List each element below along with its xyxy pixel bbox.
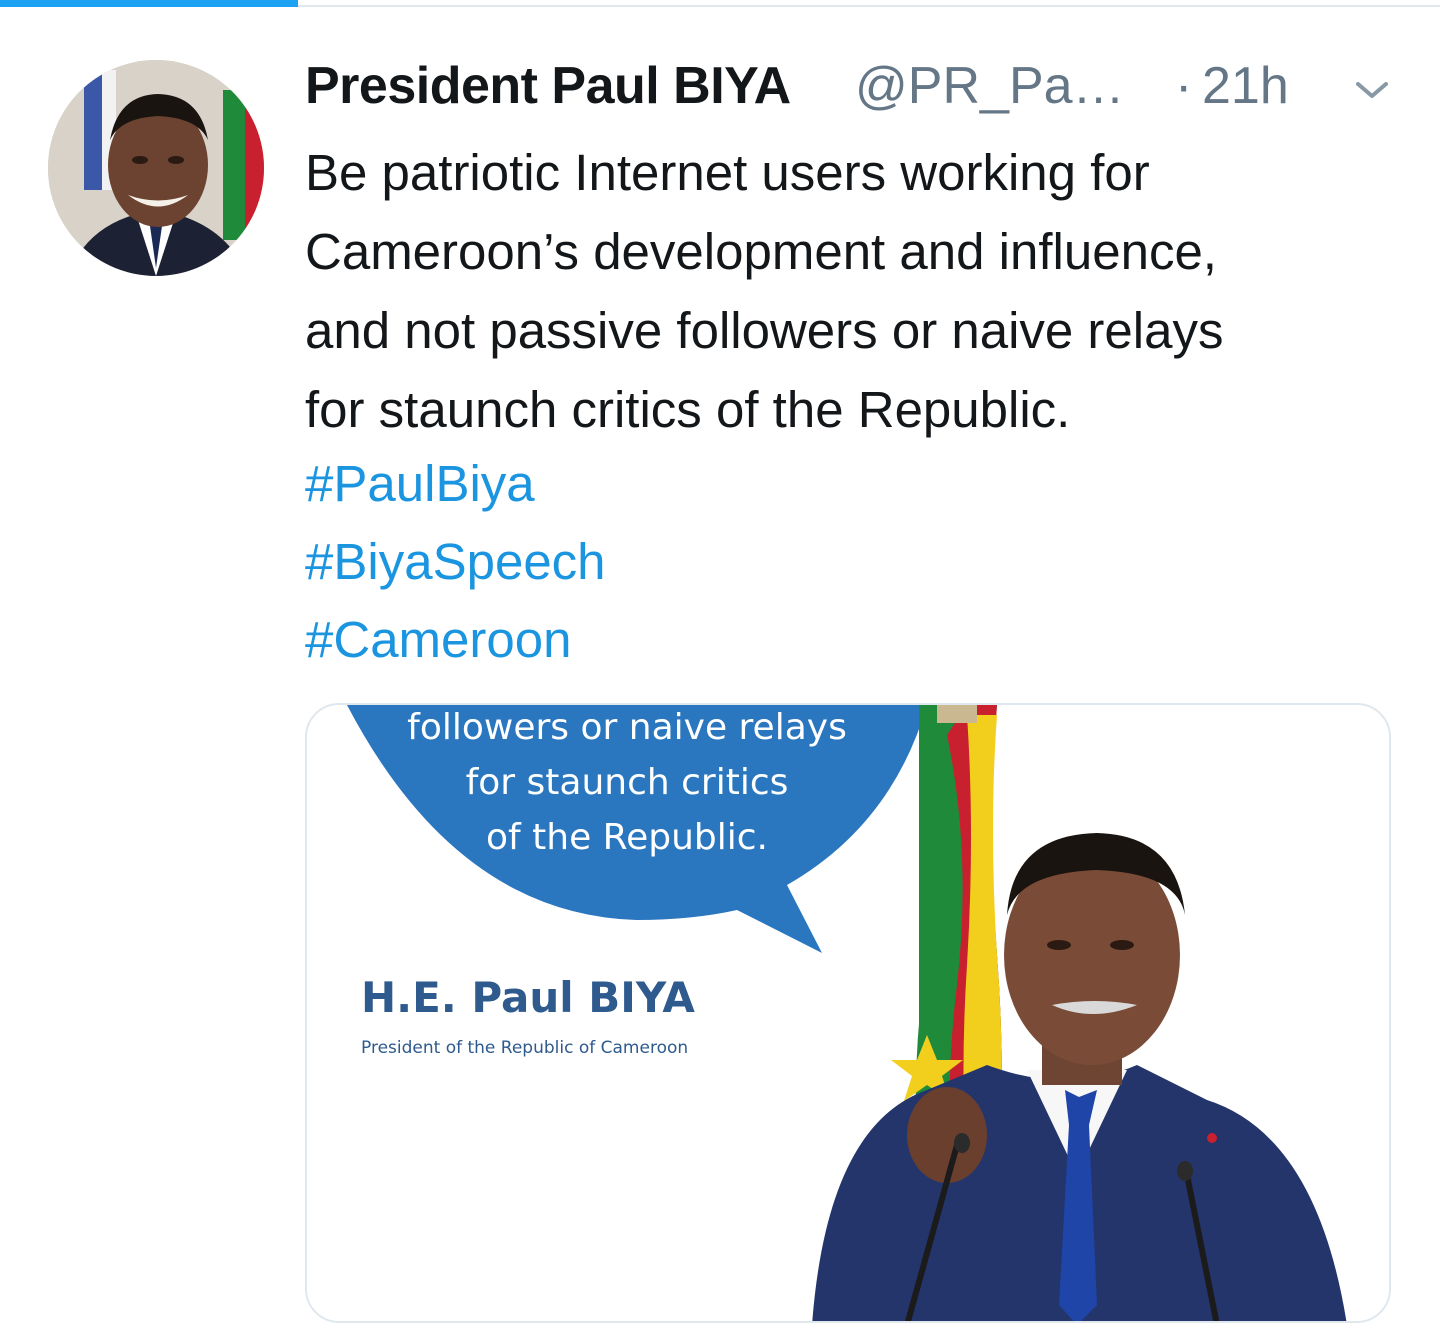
bubble-text-line: followers or naive relays bbox=[407, 707, 847, 748]
progress-fill bbox=[0, 0, 299, 7]
tweet-text-line: for staunch critics of the Republic. bbox=[305, 381, 1071, 438]
hashtag-link[interactable]: #Cameroon bbox=[305, 601, 606, 679]
tweet-text-line: and not passive followers or naive relay… bbox=[305, 302, 1224, 359]
caption-title: President of the Republic of Cameroon bbox=[361, 1038, 689, 1058]
separator-dot: · bbox=[1175, 57, 1193, 115]
timestamp[interactable]: 21h bbox=[1202, 56, 1289, 116]
caption-name: H.E. Paul BIYA bbox=[361, 973, 695, 1022]
user-handle[interactable]: @PR_Pa… bbox=[855, 56, 1125, 116]
hashtag-list: #PaulBiya #BiyaSpeech #Cameroon bbox=[305, 445, 606, 679]
tweet-text-line: Be patriotic Internet users working for bbox=[305, 144, 1150, 201]
tweet-text: Be patriotic Internet users working for … bbox=[305, 133, 1415, 449]
chevron-down-icon[interactable] bbox=[1352, 78, 1392, 102]
avatar[interactable] bbox=[48, 60, 264, 276]
hashtag-link[interactable]: #PaulBiya bbox=[305, 445, 606, 523]
media-image[interactable]: followers or naive relays for staunch cr… bbox=[305, 703, 1391, 1323]
avatar-image bbox=[48, 60, 264, 276]
tweet-header: President Paul BIYA @PR_Pa… · 21h bbox=[305, 52, 1405, 122]
display-name[interactable]: President Paul BIYA bbox=[305, 56, 791, 116]
bubble-text-line: for staunch critics bbox=[465, 762, 789, 803]
tweet-text-line: Cameroon’s development and influence, bbox=[305, 223, 1217, 280]
progress-track bbox=[0, 0, 1440, 7]
bubble-text-line: of the Republic. bbox=[486, 817, 768, 858]
hashtag-link[interactable]: #BiyaSpeech bbox=[305, 523, 606, 601]
